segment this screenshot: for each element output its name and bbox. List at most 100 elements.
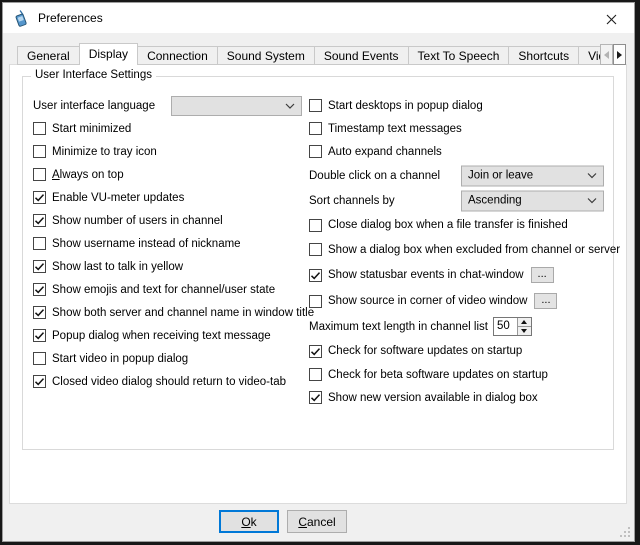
- show-statusbar-events-in-chat-window-more-button[interactable]: ...: [531, 267, 554, 283]
- cancel-button[interactable]: Cancel: [287, 510, 347, 533]
- sort-channels-by-combobox[interactable]: Ascending: [461, 190, 604, 211]
- auto-expand-channels-label: Auto expand channels: [328, 146, 442, 158]
- check-for-software-updates-on-startup-label: Check for software updates on startup: [328, 345, 522, 357]
- show-statusbar-events-in-chat-window-checkbox[interactable]: [309, 269, 322, 282]
- show-last-to-talk-in-yellow-label: Show last to talk in yellow: [52, 261, 183, 273]
- down-arrow-icon: [521, 329, 527, 333]
- spin-up-button[interactable]: [518, 318, 531, 327]
- closed-video-dialog-should-return-to-video-tab-label: Closed video dialog should return to vid…: [52, 376, 286, 388]
- check-for-beta-software-updates-on-startup-checkbox[interactable]: [309, 368, 322, 381]
- tab-general[interactable]: General: [17, 46, 80, 65]
- show-number-of-users-in-channel-row: Show number of users in channel: [33, 209, 309, 232]
- checkmark-icon: [310, 346, 321, 357]
- double-click-on-a-channel-combobox[interactable]: Join or leave: [461, 165, 604, 186]
- show-source-in-corner-of-video-window-more-button[interactable]: ...: [534, 293, 557, 309]
- tab-sound-system[interactable]: Sound System: [217, 46, 315, 65]
- checkmark-icon: [34, 307, 45, 318]
- show-source-in-corner-of-video-window-checkbox[interactable]: [309, 295, 322, 308]
- maximum-text-length-in-channel-list-spinbox[interactable]: 50: [493, 317, 532, 336]
- show-username-instead-of-nickname-checkbox[interactable]: [33, 237, 46, 250]
- show-both-server-and-channel-name-in-window-title-checkbox[interactable]: [33, 306, 46, 319]
- tab-shortcuts[interactable]: Shortcuts: [508, 46, 579, 65]
- show-number-of-users-in-channel-label: Show number of users in channel: [52, 215, 223, 227]
- show-number-of-users-in-channel-checkbox[interactable]: [33, 214, 46, 227]
- checkmark-icon: [310, 270, 321, 281]
- show-new-version-available-in-dialog-box-label: Show new version available in dialog box: [328, 392, 538, 404]
- up-arrow-icon: [521, 320, 527, 324]
- show-emojis-and-text-for-channel-user-state-label: Show emojis and text for channel/user st…: [52, 284, 275, 296]
- double-click-on-a-channel-row: Double click on a channel Join or leave: [309, 163, 627, 188]
- check-for-software-updates-on-startup-row: Check for software updates on startup: [309, 339, 627, 363]
- show-both-server-and-channel-name-in-window-title-row: Show both server and channel name in win…: [33, 301, 309, 324]
- tab-display[interactable]: Display: [79, 43, 138, 65]
- user-interface-language-label: User interface language: [33, 100, 155, 112]
- show-a-dialog-box-when-excluded-from-channel-or-server-row: Show a dialog box when excluded from cha…: [309, 237, 627, 262]
- start-minimized-checkbox[interactable]: [33, 122, 46, 135]
- maximum-text-length-in-channel-list-row: Maximum text length in channel list 50: [309, 314, 627, 339]
- double-click-on-a-channel-value: Join or leave: [468, 170, 533, 182]
- resize-grip[interactable]: [620, 527, 631, 538]
- timestamp-text-messages-checkbox[interactable]: [309, 122, 322, 135]
- start-video-in-popup-dialog-checkbox[interactable]: [33, 352, 46, 365]
- preferences-dialog: Preferences GeneralDisplayConnectionSoun…: [2, 2, 635, 542]
- enable-vu-meter-updates-checkbox[interactable]: [33, 191, 46, 204]
- minimize-to-tray-icon-label: Minimize to tray icon: [52, 146, 157, 158]
- grip-dots-icon: [620, 535, 622, 537]
- check-for-beta-software-updates-on-startup-row: Check for beta software updates on start…: [309, 363, 627, 386]
- close-icon: [606, 14, 617, 25]
- checkmark-icon: [310, 392, 321, 403]
- minimize-to-tray-icon-row: Minimize to tray icon: [33, 140, 309, 163]
- app-icon: [12, 10, 29, 27]
- checkmark-icon: [34, 376, 45, 387]
- group-title: User Interface Settings: [31, 69, 156, 81]
- enable-vu-meter-updates-row: Enable VU-meter updates: [33, 186, 309, 209]
- chevron-down-icon: [587, 198, 597, 204]
- always-on-top-checkbox[interactable]: [33, 168, 46, 181]
- show-both-server-and-channel-name-in-window-title-label: Show both server and channel name in win…: [52, 307, 314, 319]
- check-for-software-updates-on-startup-checkbox[interactable]: [309, 345, 322, 358]
- left-settings-column: User interface languageStart minimizedMi…: [33, 94, 309, 393]
- minimize-to-tray-icon-checkbox[interactable]: [33, 145, 46, 158]
- close-dialog-box-when-a-file-transfer-is-finished-checkbox[interactable]: [309, 219, 322, 232]
- closed-video-dialog-should-return-to-video-tab-checkbox[interactable]: [33, 375, 46, 388]
- start-desktops-in-popup-dialog-checkbox[interactable]: [309, 99, 322, 112]
- show-emojis-and-text-for-channel-user-state-row: Show emojis and text for channel/user st…: [33, 278, 309, 301]
- enable-vu-meter-updates-label: Enable VU-meter updates: [52, 192, 184, 204]
- show-statusbar-events-in-chat-window-label: Show statusbar events in chat-window: [328, 269, 524, 281]
- show-new-version-available-in-dialog-box-row: Show new version available in dialog box: [309, 386, 627, 409]
- show-new-version-available-in-dialog-box-checkbox[interactable]: [309, 391, 322, 404]
- timestamp-text-messages-row: Timestamp text messages: [309, 117, 627, 140]
- desktop-background: Preferences GeneralDisplayConnectionSoun…: [0, 0, 640, 545]
- sort-channels-by-row: Sort channels byAscending: [309, 188, 627, 213]
- popup-dialog-when-receiving-text-message-checkbox[interactable]: [33, 329, 46, 342]
- tab-sound-events[interactable]: Sound Events: [314, 46, 409, 65]
- show-source-in-corner-of-video-window-row: Show source in corner of video window...: [309, 288, 627, 314]
- show-source-in-corner-of-video-window-label: Show source in corner of video window: [328, 295, 527, 307]
- spin-down-button[interactable]: [518, 327, 531, 335]
- show-last-to-talk-in-yellow-row: Show last to talk in yellow: [33, 255, 309, 278]
- maximum-text-length-in-channel-list-label: Maximum text length in channel list: [309, 321, 488, 333]
- show-emojis-and-text-for-channel-user-state-checkbox[interactable]: [33, 283, 46, 296]
- tab-video[interactable]: Video: [578, 46, 601, 65]
- show-a-dialog-box-when-excluded-from-channel-or-server-checkbox[interactable]: [309, 243, 322, 256]
- tab-bar: GeneralDisplayConnectionSound SystemSoun…: [17, 43, 601, 65]
- tab-connection[interactable]: Connection: [137, 46, 218, 65]
- close-dialog-box-when-a-file-transfer-is-finished-label: Close dialog box when a file transfer is…: [328, 219, 568, 231]
- start-video-in-popup-dialog-label: Start video in popup dialog: [52, 353, 188, 365]
- checkmark-icon: [34, 261, 45, 272]
- start-desktops-in-popup-dialog-row: Start desktops in popup dialog: [309, 94, 627, 117]
- auto-expand-channels-checkbox[interactable]: [309, 145, 322, 158]
- maximum-text-length-in-channel-list-value: 50: [494, 318, 517, 335]
- ok-button[interactable]: Ok: [219, 510, 279, 533]
- chevron-down-icon: [587, 173, 597, 179]
- chevron-down-icon: [285, 103, 295, 109]
- tab-scroll-left-button[interactable]: [600, 44, 613, 65]
- double-click-on-a-channel-label: Double click on a channel: [309, 170, 440, 182]
- right-settings-column: Start desktops in popup dialogTimestamp …: [309, 94, 627, 409]
- user-interface-language-combobox[interactable]: [171, 96, 302, 116]
- tab-scroll-right-button[interactable]: [613, 44, 626, 65]
- tab-text-to-speech[interactable]: Text To Speech: [408, 46, 510, 65]
- close-button[interactable]: [597, 10, 625, 28]
- sort-channels-by-value: Ascending: [468, 195, 522, 207]
- show-last-to-talk-in-yellow-checkbox[interactable]: [33, 260, 46, 273]
